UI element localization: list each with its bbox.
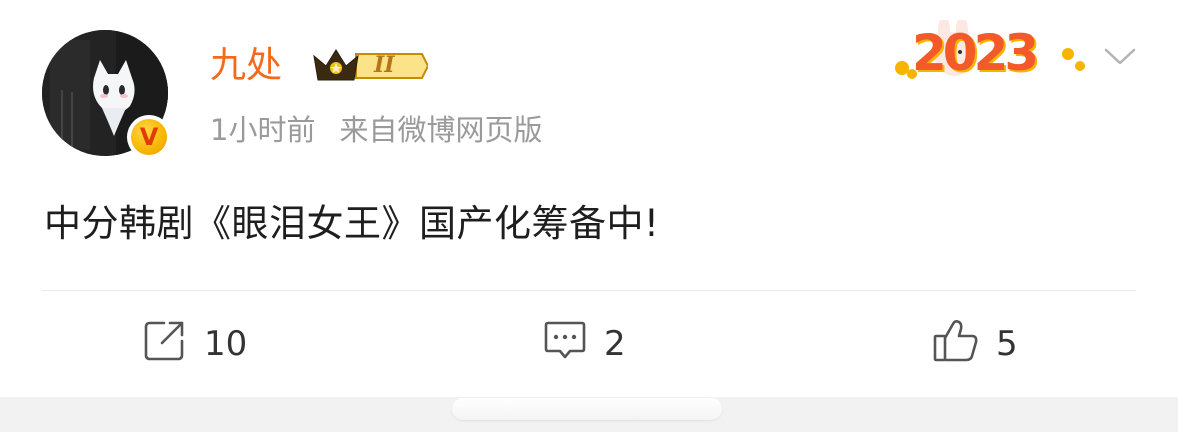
scroll-indicator[interactable] [452,398,722,420]
repost-count: 10 [204,324,248,364]
repost-button[interactable]: 10 [142,318,247,370]
post-source[interactable]: 来自微博网页版 [339,113,542,147]
festival-badge-icon[interactable]: 2023 [888,16,1088,88]
post-meta: 1小时前 来自微博网页版 [210,108,542,152]
thumbs-up-icon [932,316,980,373]
vip-level-label: II [374,52,395,78]
post-timestamp[interactable]: 1小时前 [210,113,315,147]
vip-crown-icon[interactable]: II [312,44,430,92]
chevron-down-icon[interactable] [1102,44,1138,72]
repost-icon [142,317,188,372]
comment-icon [542,317,588,372]
divider [42,290,1136,291]
like-count: 5 [996,324,1018,364]
verified-badge-icon: V [127,115,171,159]
comment-button[interactable]: 2 [542,318,626,370]
post-content: 中分韩剧《眼泪女王》国产化筹备中! [44,202,660,245]
like-button[interactable]: 5 [932,318,1018,370]
comment-count: 2 [604,324,626,364]
festival-badge-label: 2023 [912,24,1039,82]
username[interactable]: 九处 [210,40,282,92]
